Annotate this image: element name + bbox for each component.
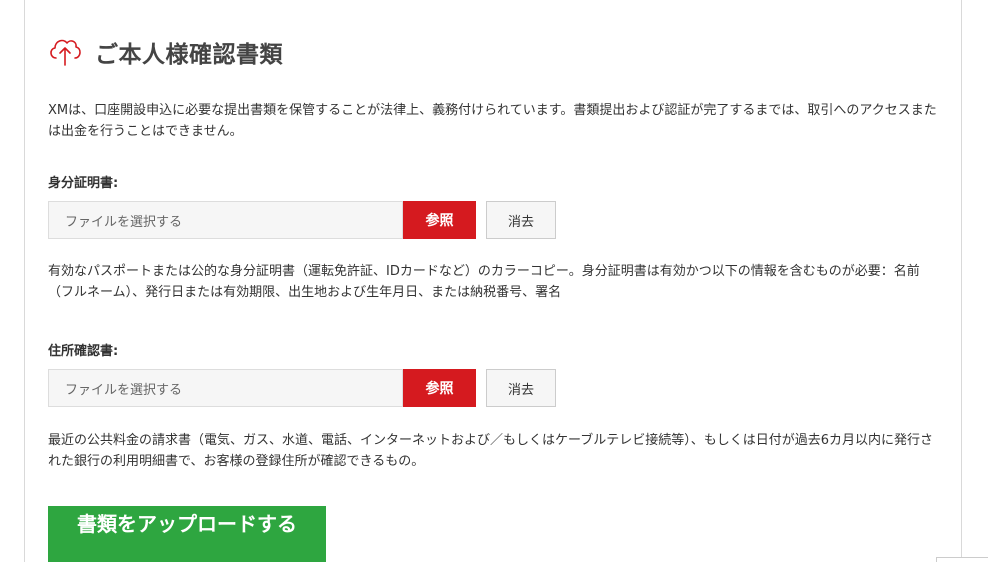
address-document-description: 最近の公共料金の請求書（電気、ガス、水道、電話、インターネットおよび／もしくはケ… [48, 433, 933, 469]
address-document-browse-button[interactable]: 参照 [403, 369, 476, 407]
upload-documents-button[interactable]: 書類をアップロードする [48, 506, 326, 562]
documents-panel: ご本人様確認書類 XMは、口座開設申込に必要な提出書類を保管することが法律上、義… [24, 0, 962, 562]
section-header: ご本人様確認書類 [47, 32, 283, 72]
address-document-label: 住所確認書: [48, 344, 119, 359]
id-document-label: 身分証明書: [48, 176, 119, 191]
cloud-upload-icon [47, 32, 83, 72]
id-document-clear-button[interactable]: 消去 [486, 201, 556, 239]
intro-text: XMは、口座開設申込に必要な提出書類を保管することが法律上、義務付けられています… [48, 103, 937, 139]
corner-frame [936, 557, 988, 562]
id-document-file-input[interactable]: ファイルを選択する [48, 201, 403, 239]
address-document-upload-row: ファイルを選択する 参照 消去 [48, 369, 556, 407]
id-document-upload-row: ファイルを選択する 参照 消去 [48, 201, 556, 239]
id-document-description: 有効なパスポートまたは公的な身分証明書（運転免許証、IDカードなど）のカラーコピ… [48, 264, 920, 300]
page-title: ご本人様確認書類 [95, 42, 283, 68]
id-document-browse-button[interactable]: 参照 [403, 201, 476, 239]
address-document-file-input[interactable]: ファイルを選択する [48, 369, 403, 407]
address-document-clear-button[interactable]: 消去 [486, 369, 556, 407]
